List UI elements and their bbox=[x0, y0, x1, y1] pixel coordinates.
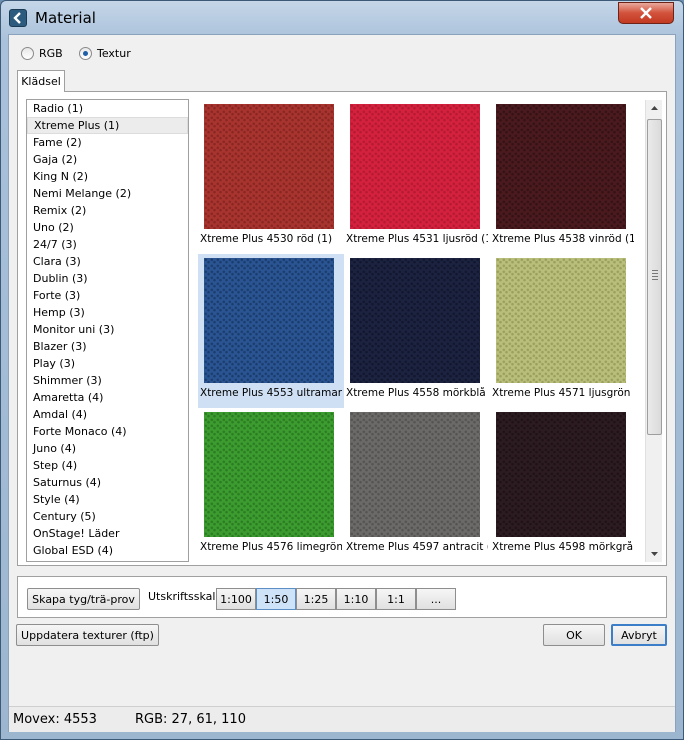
swatch-label: Xtreme Plus 4558 mörkblå (1) bbox=[346, 387, 488, 399]
swatch-cell[interactable]: Xtreme Plus 4538 vinröd (1) bbox=[490, 100, 636, 254]
scale-1-25[interactable]: 1:25 bbox=[296, 588, 336, 610]
tab-kladsel[interactable]: Klädsel bbox=[17, 70, 65, 92]
list-item[interactable]: Juno (4) bbox=[27, 440, 188, 457]
print-scale-label: Utskriftsskala bbox=[148, 590, 223, 603]
back-arrow-icon bbox=[9, 9, 27, 27]
fabric-swatch bbox=[350, 412, 480, 537]
swatch-label: Xtreme Plus 4597 antracit (1) bbox=[346, 541, 488, 553]
swatch-label: Xtreme Plus 4531 ljusröd (1) bbox=[346, 233, 488, 245]
swatch-label: Xtreme Plus 4530 röd (1) bbox=[200, 233, 333, 245]
status-movex: Movex: 4553 bbox=[13, 712, 97, 727]
swatch-cell[interactable]: Xtreme Plus 4553 ultramarin (1) bbox=[198, 254, 344, 408]
fabric-swatch bbox=[204, 104, 334, 229]
ok-button[interactable]: OK bbox=[543, 624, 605, 646]
material-dialog: Material RGB Textur Klädsel Radio (1) Xtr… bbox=[0, 0, 684, 740]
radio-rgb[interactable]: RGB bbox=[21, 45, 63, 61]
status-rgb: RGB: 27, 61, 110 bbox=[135, 712, 246, 727]
swatch-cell[interactable]: Xtreme Plus 4530 röd (1) bbox=[198, 100, 344, 254]
list-item[interactable]: Forte Monaco (4) bbox=[27, 423, 188, 440]
list-item[interactable]: Nemi Melange (2) bbox=[27, 185, 188, 202]
swatch-label: Xtreme Plus 4576 limegrön (1) bbox=[200, 541, 342, 553]
grip-icon bbox=[652, 270, 658, 282]
list-item[interactable]: Clara (3) bbox=[27, 253, 188, 270]
arrow-down-icon bbox=[651, 552, 658, 556]
close-icon bbox=[640, 7, 652, 19]
create-sample-button[interactable]: Skapa tyg/trä-prov bbox=[27, 588, 140, 610]
list-item[interactable]: Amaretta (4) bbox=[27, 389, 188, 406]
list-item[interactable]: Monitor uni (3) bbox=[27, 321, 188, 338]
update-textures-button[interactable]: Uppdatera texturer (ftp) bbox=[16, 624, 159, 646]
swatch-label: Xtreme Plus 4553 ultramarin (1) bbox=[200, 387, 342, 399]
fabric-swatch bbox=[204, 412, 334, 537]
list-item[interactable]: King N (2) bbox=[27, 168, 188, 185]
scroll-thumb[interactable] bbox=[647, 119, 662, 435]
arrow-up-icon bbox=[651, 106, 658, 110]
swatch-cell[interactable]: Xtreme Plus 4598 mörkgrå (1) bbox=[490, 408, 636, 562]
list-item[interactable]: Saturnus (4) bbox=[27, 474, 188, 491]
tab-panel-kladsel: Radio (1) Xtreme Plus (1) Fame (2) Gaja (2)… bbox=[17, 91, 667, 566]
list-item[interactable]: Forte (3) bbox=[27, 287, 188, 304]
radio-textur[interactable]: Textur bbox=[79, 45, 131, 61]
list-item[interactable]: Play (3) bbox=[27, 355, 188, 372]
scroll-down-button[interactable] bbox=[646, 546, 663, 562]
swatch-label: Xtreme Plus 4598 mörkgrå (1) bbox=[492, 541, 634, 553]
fabric-swatch bbox=[496, 258, 626, 383]
list-item[interactable]: Dublin (3) bbox=[27, 270, 188, 287]
print-scale-toolbar: Skapa tyg/trä-prov Utskriftsskala 1:100 … bbox=[17, 576, 667, 618]
list-item[interactable]: Style (4) bbox=[27, 491, 188, 508]
list-item[interactable]: 24/7 (3) bbox=[27, 236, 188, 253]
list-item[interactable]: Gaja (2) bbox=[27, 151, 188, 168]
scale-1-100[interactable]: 1:100 bbox=[216, 588, 256, 610]
fabric-swatch bbox=[204, 258, 334, 383]
list-item[interactable]: Hemp (3) bbox=[27, 304, 188, 321]
swatch-cell[interactable]: Xtreme Plus 4558 mörkblå (1) bbox=[344, 254, 490, 408]
swatch-label: Xtreme Plus 4571 ljusgrön (1) bbox=[492, 387, 634, 399]
radio-textur-indicator bbox=[79, 46, 92, 60]
scale-more[interactable]: ... bbox=[416, 588, 456, 610]
fabric-family-list[interactable]: Radio (1) Xtreme Plus (1) Fame (2) Gaja (2)… bbox=[26, 99, 189, 562]
scroll-up-button[interactable] bbox=[646, 100, 663, 116]
swatch-cell[interactable]: Xtreme Plus 4571 ljusgrön (1) bbox=[490, 254, 636, 408]
fabric-swatch bbox=[350, 258, 480, 383]
title-bar[interactable]: Material bbox=[1, 1, 683, 35]
list-item[interactable]: Blazer (3) bbox=[27, 338, 188, 355]
swatch-label: Xtreme Plus 4538 vinröd (1) bbox=[492, 233, 634, 245]
swatch-cell[interactable]: Xtreme Plus 4531 ljusröd (1) bbox=[344, 100, 490, 254]
list-item[interactable]: Shimmer (3) bbox=[27, 372, 188, 389]
list-item[interactable]: Uno (2) bbox=[27, 219, 188, 236]
radio-rgb-indicator bbox=[21, 46, 34, 60]
list-item[interactable]: OnStage! Läder bbox=[27, 525, 188, 542]
radio-textur-label: Textur bbox=[97, 46, 131, 60]
cancel-button[interactable]: Avbryt bbox=[611, 624, 667, 646]
grid-scrollbar[interactable] bbox=[645, 100, 662, 562]
scale-1-50[interactable]: 1:50 bbox=[256, 588, 296, 610]
list-item[interactable]: Global ESD (4) bbox=[27, 542, 188, 559]
list-item[interactable]: Amdal (4) bbox=[27, 406, 188, 423]
scale-1-1[interactable]: 1:1 bbox=[376, 588, 416, 610]
fabric-swatch bbox=[496, 104, 626, 229]
close-button[interactable] bbox=[618, 2, 674, 24]
status-bar: Movex: 4553 RGB: 27, 61, 110 bbox=[9, 706, 675, 732]
swatch-grid: Xtreme Plus 4530 röd (1) Xtreme Plus 4531… bbox=[198, 100, 636, 562]
fabric-swatch bbox=[350, 104, 480, 229]
dialog-client-area: RGB Textur Klädsel Radio (1) Xtreme Plus … bbox=[8, 34, 676, 732]
swatch-cell[interactable]: Xtreme Plus 4576 limegrön (1) bbox=[198, 408, 344, 562]
fabric-swatch bbox=[496, 412, 626, 537]
swatch-cell[interactable]: Xtreme Plus 4597 antracit (1) bbox=[344, 408, 490, 562]
list-item[interactable]: Step (4) bbox=[27, 457, 188, 474]
scale-1-10[interactable]: 1:10 bbox=[336, 588, 376, 610]
window-title: Material bbox=[35, 9, 96, 27]
list-item[interactable]: Fame (2) bbox=[27, 134, 188, 151]
list-item[interactable]: Century (5) bbox=[27, 508, 188, 525]
list-item[interactable]: Radio (1) bbox=[27, 100, 188, 117]
list-item[interactable]: Remix (2) bbox=[27, 202, 188, 219]
list-item[interactable]: Xtreme Plus (1) bbox=[27, 117, 188, 134]
radio-rgb-label: RGB bbox=[39, 46, 63, 60]
